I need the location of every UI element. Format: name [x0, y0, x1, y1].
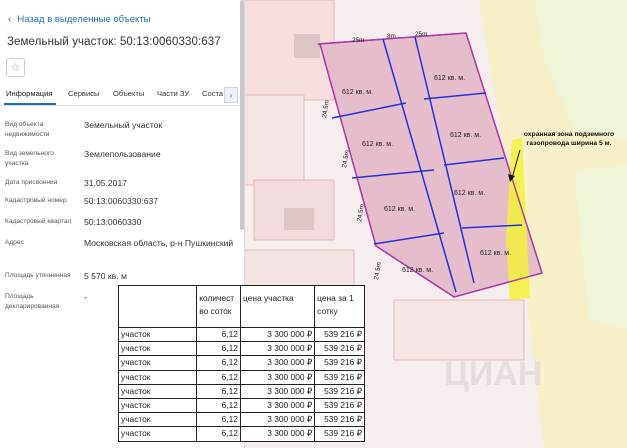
field-value: 31.05.2017 [84, 178, 128, 188]
table-row: участок 6,12 3 300 000 ₽539 216 ₽ [117, 326, 365, 343]
star-icon[interactable]: ☆ [6, 58, 25, 77]
table-cell-price: 3 300 000 ₽ [239, 412, 316, 428]
table-header [117, 285, 198, 328]
table-cell-name: участок [117, 341, 198, 357]
tab-bar: Информация Сервисы Объекты Части ЗУ Сост… [0, 83, 240, 106]
active-tab-indicator [4, 103, 56, 105]
building [294, 34, 320, 58]
table-cell-name: участок [117, 355, 198, 371]
map-watermark: ЦИАН [444, 355, 542, 393]
lot-label: 612 кв. м. [362, 141, 393, 148]
table-cell-price-per-sotka: 539 216 ₽ [314, 326, 365, 343]
table-header: цена за 1 сотку [314, 285, 365, 328]
field-label: Кадастровый квартал [5, 218, 72, 225]
table-cell-sotok: 6,12 [196, 355, 241, 371]
table-cell-name: участок [117, 326, 198, 343]
table-cell-price-per-sotka: 539 216 ₽ [314, 355, 365, 371]
tab-services[interactable]: Сервисы [68, 89, 99, 98]
table-cell-name: участок [117, 369, 198, 385]
table-cell-price-per-sotka: 539 216 ₽ [314, 397, 365, 414]
field-value: Земельный участок [84, 120, 163, 130]
table-cell-price-per-sotka: 539 216 ₽ [314, 383, 365, 399]
table-cell-price: 3 300 000 ₽ [239, 426, 316, 442]
table-cell-name: участок [117, 397, 198, 414]
table-cell-price: 3 300 000 ₽ [239, 326, 316, 343]
field-label: Площадь декларированная [5, 293, 60, 310]
field-value: 50:13:0060330 [84, 217, 142, 227]
table-row: участок 6,12 3 300 000 ₽539 216 ₽ [117, 397, 365, 414]
chevron-right-icon[interactable]: › [224, 87, 238, 103]
lot-label: 612 кв. м. [454, 190, 485, 197]
lot-label: 612 кв. м. [384, 206, 415, 213]
table-cell-price-per-sotka: 539 216 ₽ [314, 412, 365, 428]
field-label: Дата присвоения [5, 179, 58, 186]
table-cell-sotok: 6,12 [196, 326, 241, 343]
building [284, 208, 314, 230]
tab-composition[interactable]: Соста [202, 89, 223, 98]
table-header-row: количест во соток цена участка цена за 1… [117, 285, 365, 328]
back-link-label: Назад в выделенные объекты [17, 14, 151, 25]
table-cell-sotok: 6,12 [196, 412, 241, 428]
table-row: участок 6,12 3 300 000 ₽539 216 ₽ [117, 426, 365, 442]
field-value: 5 570 кв. м [84, 271, 127, 281]
table-cell-sotok: 6,12 [196, 397, 241, 414]
table-cell-name: участок [117, 426, 198, 442]
tab-parts[interactable]: Части ЗУ [157, 89, 189, 98]
table-cell-sotok: 6,12 [196, 341, 241, 357]
table-row: участок 6,12 3 300 000 ₽539 216 ₽ [117, 341, 365, 357]
tab-information[interactable]: Информация [6, 89, 53, 98]
chevron-left-icon: ‹ [8, 14, 12, 25]
field-label: Вид земельного участка [5, 150, 54, 167]
table-cell-price-per-sotka: 539 216 ₽ [314, 426, 365, 442]
panel-scrollbar[interactable] [240, 0, 244, 230]
table-cell-price: 3 300 000 ₽ [239, 383, 316, 399]
table-cell-name: участок [117, 383, 198, 399]
table-header: цена участка [239, 285, 316, 328]
table-cell-price-per-sotka: 539 216 ₽ [314, 369, 365, 385]
table-cell-sotok: 6,12 [196, 369, 241, 385]
neighbor-parcel [244, 94, 305, 186]
field-label: Вид объекта недвижимости [5, 121, 50, 138]
table-row: участок 6,12 3 300 000 ₽539 216 ₽ [117, 412, 365, 428]
table-body: участок 6,12 3 300 000 ₽539 216 ₽ участок 6,… [117, 326, 365, 442]
lot-label: 612 кв. м. [342, 89, 373, 96]
field-value: Землепользование [84, 149, 161, 159]
table-cell-price: 3 300 000 ₽ [239, 397, 316, 414]
field-label: Кадастровый номер [5, 197, 67, 204]
table-cell-price: 3 300 000 ₽ [239, 341, 316, 357]
table-row: участок 6,12 3 300 000 ₽539 216 ₽ [117, 369, 365, 385]
field-label: Адрес [5, 239, 24, 246]
table-cell-name: участок [117, 412, 198, 428]
back-link[interactable]: ‹ Назад в выделенные объекты [8, 14, 150, 25]
table-row: участок 6,12 3 300 000 ₽539 216 ₽ [117, 383, 365, 399]
lot-label: 612 кв. м. [450, 132, 481, 139]
table-row: участок 6,12 3 300 000 ₽539 216 ₽ [117, 355, 365, 371]
dim-top-left: 25m [352, 37, 364, 44]
field-value: Московская область, р-н Пушкинский [84, 238, 234, 248]
dim-top-mid: 8m [387, 33, 396, 40]
gas-zone-annotation: охранная зона подземного газопровода шир… [523, 131, 615, 148]
dim-top-right: 25m [415, 31, 427, 38]
table-header: количест во соток [196, 285, 241, 328]
tab-objects[interactable]: Объекты [113, 89, 144, 98]
price-table: количест во соток цена участка цена за 1… [117, 285, 365, 442]
neighbor-parcel [393, 299, 525, 361]
table-cell-price-per-sotka: 539 216 ₽ [314, 341, 365, 357]
lot-label: 612 кв. м. [434, 75, 465, 82]
table-cell-price: 3 300 000 ₽ [239, 355, 316, 371]
neighbor-parcel [244, 0, 335, 101]
field-value: 50:13:0060330:637 [84, 196, 159, 206]
lot-label: 612 кв. м. [480, 250, 511, 257]
lot-label: 612 кв. м. [402, 267, 433, 274]
table-cell-price: 3 300 000 ₽ [239, 369, 316, 385]
field-label: Площадь уточненная [5, 272, 71, 279]
page-title: Земельный участок: 50:13:0060330:637 [7, 36, 221, 48]
table-cell-sotok: 6,12 [196, 426, 241, 442]
table-cell-sotok: 6,12 [196, 383, 241, 399]
